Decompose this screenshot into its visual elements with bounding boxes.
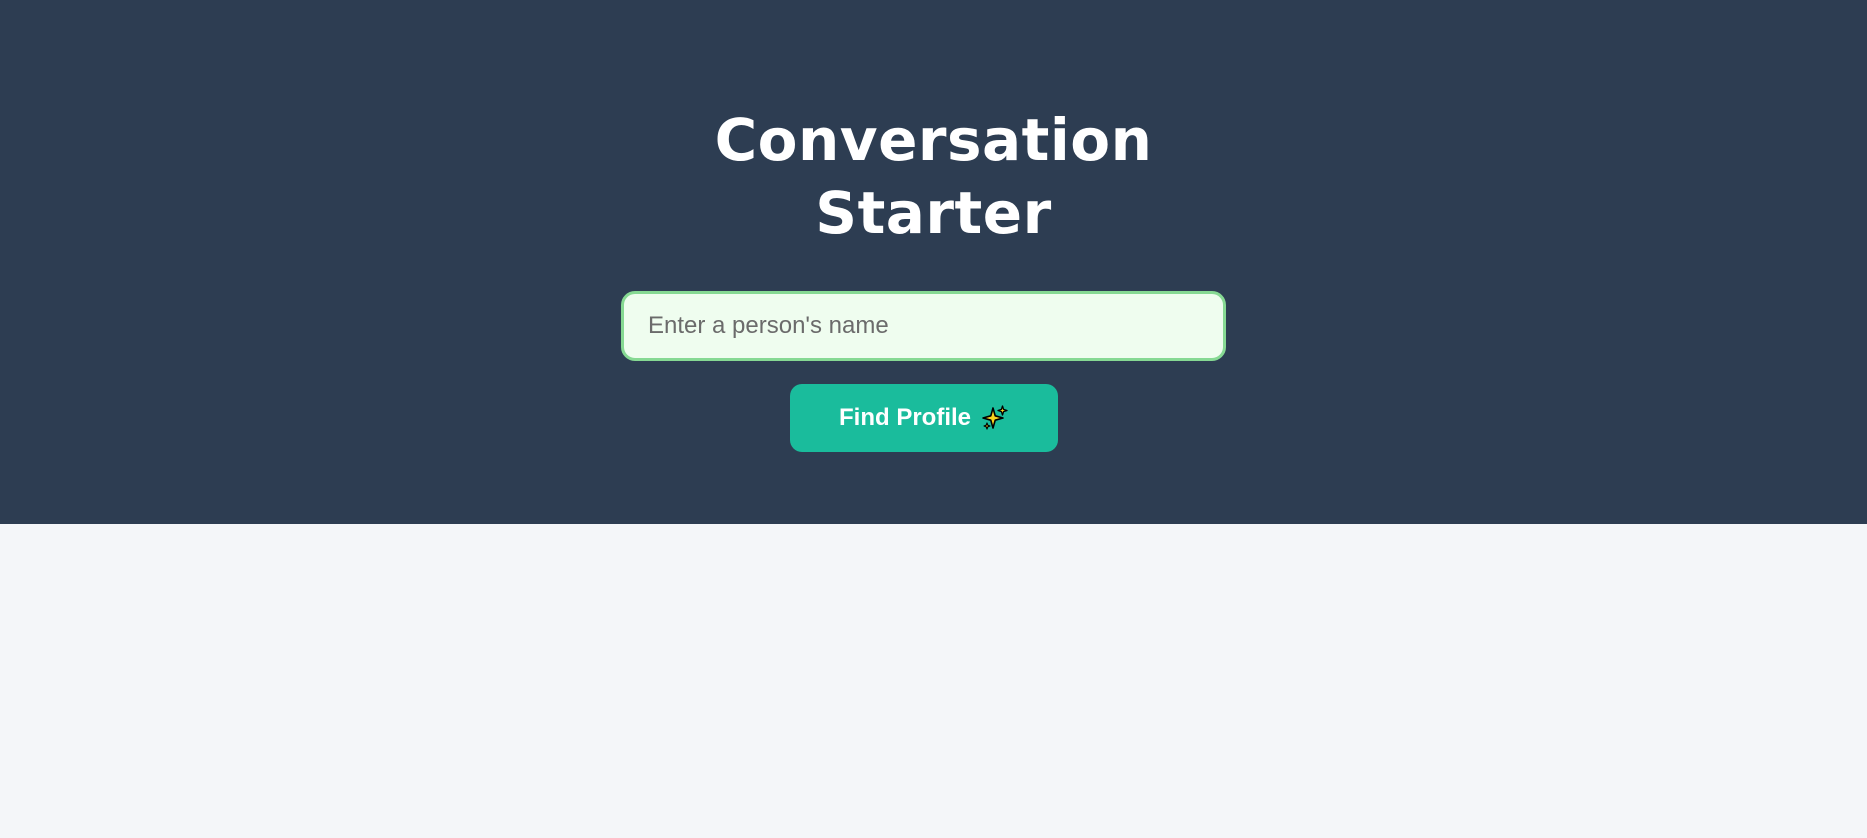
hero-header: Conversation Starter Find Profile [0, 0, 1867, 524]
sparkles-icon [981, 404, 1009, 432]
find-profile-button[interactable]: Find Profile [790, 384, 1058, 452]
content-area [0, 524, 1867, 838]
find-profile-label: Find Profile [839, 404, 971, 431]
page-title: Conversation Starter [0, 104, 1867, 250]
page-title-line-2: Starter [815, 179, 1052, 247]
name-search-input[interactable] [621, 291, 1226, 361]
page-title-line-1: Conversation [714, 106, 1153, 174]
